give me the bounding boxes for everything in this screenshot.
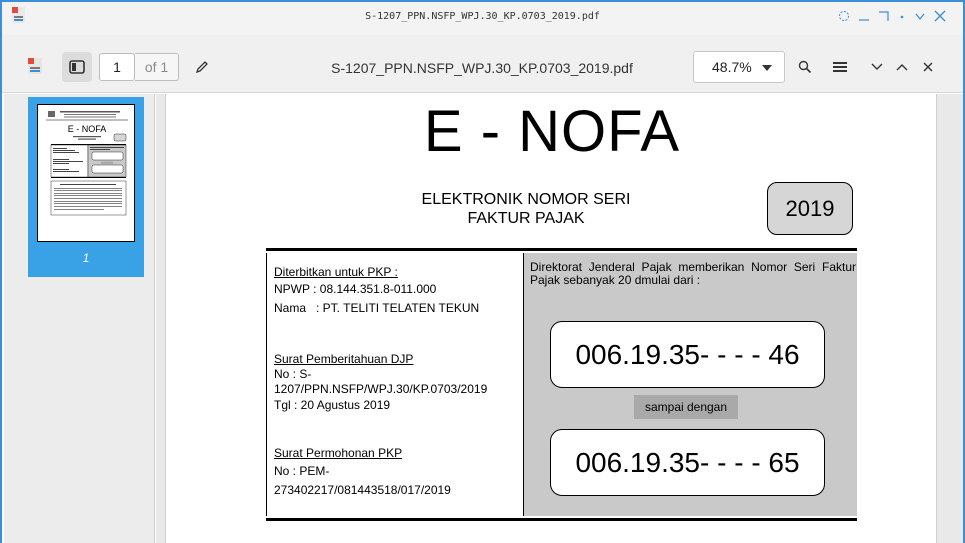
find-previous-chevron-up-icon[interactable] xyxy=(891,55,913,79)
dot-menu-icon[interactable] xyxy=(892,6,912,26)
thumbnail-sidebar: E - NOFA 1 xyxy=(4,94,155,543)
issued-for-label: Diterbitkan untuk PKP : xyxy=(274,265,398,279)
info-table: Diterbitkan untuk PKP : NPWP : 08.144.35… xyxy=(266,253,857,516)
start-serial-number: 006.19.35- - - - 46 xyxy=(550,321,825,388)
year-box: 2019 xyxy=(767,182,853,235)
minimize-icon[interactable] xyxy=(854,6,874,26)
document-viewer[interactable]: E - NOFA ELEKTRONIK NOMOR SERI FAKTUR PA… xyxy=(156,94,963,543)
statement-text: Direktorat Jenderal Pajak memberikan Nom… xyxy=(530,260,856,287)
djp-number-line-1: No : S- xyxy=(274,367,312,381)
svg-text:E - NOFA: E - NOFA xyxy=(68,124,107,134)
shade-icon[interactable] xyxy=(910,6,930,26)
taxpayer-name-text: Nama : PT. TELITI TELATEN TEKUN xyxy=(274,301,480,315)
top-divider xyxy=(266,248,857,251)
annotate-pencil-icon[interactable] xyxy=(190,55,214,79)
vertical-scrollbar[interactable] xyxy=(940,94,948,543)
taxpayer-info-panel: Diterbitkan untuk PKP : NPWP : 08.144.35… xyxy=(267,253,524,516)
window-title: S-1207_PPN.NSFP_WPJ.30_KP.0703_2019.pdf xyxy=(365,11,600,22)
djp-number-line-2: 1207/PPN.NSFP/WPJ.30/KP.0703/2019 xyxy=(274,382,488,396)
page-number-input[interactable]: 1 xyxy=(99,53,135,81)
page-total-label: of 1 xyxy=(135,53,179,81)
document-menu-icon[interactable] xyxy=(24,55,46,77)
sidebar-icon xyxy=(69,60,85,74)
title-bar: S-1207_PPN.NSFP_WPJ.30_KP.0703_2019.pdf xyxy=(2,0,963,35)
request-label: Surat Permohonan PKP xyxy=(274,446,403,460)
hamburger-menu-icon[interactable] xyxy=(828,55,852,79)
find-next-chevron-down-icon[interactable] xyxy=(866,55,888,79)
end-serial-number: 006.19.35- - - - 65 xyxy=(550,429,825,496)
request-number-line-2: 273402217/081443518/017/2019 xyxy=(274,483,451,497)
page-thumbnail-preview[interactable]: E - NOFA xyxy=(37,104,135,242)
subtitle-line-1: ELEKTRONIK NOMOR SERI xyxy=(421,191,631,208)
pdf-page: E - NOFA ELEKTRONIK NOMOR SERI FAKTUR PA… xyxy=(165,94,937,543)
document-title: S-1207_PPN.NSFP_WPJ.30_KP.0703_2019.pdf xyxy=(331,60,633,76)
bottom-divider xyxy=(266,518,857,521)
zoom-select[interactable]: 48.7% xyxy=(693,51,785,83)
sidebar-toggle-button[interactable] xyxy=(62,52,92,82)
until-label: sampai dengan xyxy=(634,395,738,419)
document-heading: E - NOFA xyxy=(423,99,681,164)
search-icon[interactable] xyxy=(793,55,817,79)
thumbnail-page-number: 1 xyxy=(82,251,90,265)
request-number-line-1: No : PEM- xyxy=(274,464,330,478)
keep-above-icon[interactable] xyxy=(834,6,854,26)
djp-notice-label: Surat Pemberitahuan DJP xyxy=(274,352,414,366)
toolbar: 1 of 1 S-1207_PPN.NSFP_WPJ.30_KP.0703_20… xyxy=(2,35,963,93)
djp-date-text: Tgl : 20 Agustus 2019 xyxy=(274,398,391,412)
serial-number-panel: Direktorat Jenderal Pajak memberikan Nom… xyxy=(524,253,857,516)
subtitle-line-2: FAKTUR PAJAK xyxy=(467,210,585,227)
maximize-icon[interactable] xyxy=(874,6,894,26)
close-findbar-icon[interactable] xyxy=(917,55,939,79)
close-icon[interactable] xyxy=(930,6,950,26)
npwp-text: NPWP : 08.144.351.8-011.000 xyxy=(274,282,437,296)
chevron-down-icon xyxy=(762,65,772,71)
zoom-value: 48.7% xyxy=(712,59,752,75)
pdf-viewer-window: S-1207_PPN.NSFP_WPJ.30_KP.0703_2019.pdf xyxy=(0,0,965,543)
